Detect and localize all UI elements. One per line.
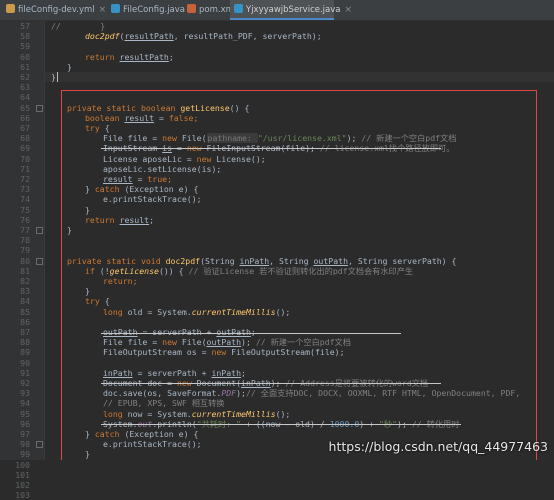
line-number: 73	[0, 184, 30, 194]
line-number: 89	[0, 347, 30, 357]
line-number: 85	[0, 307, 30, 317]
line-number: 98	[0, 439, 30, 449]
tab-label: FileConfig.java	[123, 5, 185, 15]
line-number: 67	[0, 123, 30, 133]
code-line-62[interactable]: }	[51, 72, 56, 82]
line-number: 69	[0, 143, 30, 153]
code-line-60[interactable]: return resultPath;	[85, 52, 174, 62]
annotation-strike-line	[101, 148, 441, 149]
line-number: 90	[0, 358, 30, 368]
line-number: 91	[0, 368, 30, 378]
line-number: 77	[0, 225, 30, 235]
code-token: }	[67, 62, 72, 72]
line-number: 70	[0, 154, 30, 164]
code-line-58[interactable]: doc2pdf(resultPath, resultPath_PDF, serv…	[85, 31, 322, 41]
text-caret	[57, 72, 58, 82]
line-number: 94	[0, 398, 30, 408]
line-number: 78	[0, 235, 30, 245]
line-number: 84	[0, 296, 30, 306]
line-number: 99	[0, 449, 30, 459]
line-number-gutter[interactable]: 5758596061626364656667686970717273747576…	[0, 21, 45, 460]
line-number: 93	[0, 388, 30, 398]
line-number: 82	[0, 276, 30, 286]
file-type-icon	[234, 4, 243, 13]
line-number: 58	[0, 31, 30, 41]
line-number: 71	[0, 164, 30, 174]
line-number: 80	[0, 256, 30, 266]
line-number: 66	[0, 113, 30, 123]
code-line-57[interactable]: // }	[51, 21, 105, 31]
file-type-icon	[111, 4, 120, 13]
line-number: 59	[0, 41, 30, 51]
tab-1[interactable]: fileConfig-dev.yml ×	[2, 0, 106, 20]
line-number: 75	[0, 205, 30, 215]
line-number: 103	[0, 490, 30, 500]
annotation-strike-line	[101, 424, 461, 425]
close-tab-icon[interactable]: ×	[345, 5, 353, 15]
line-number: 83	[0, 286, 30, 296]
editor-tab-bar: fileConfig-dev.yml×FileConfig.java×pom.x…	[0, 0, 554, 21]
annotation-highlight-box	[61, 90, 537, 460]
code-token: resultPath	[124, 31, 173, 41]
line-number: 86	[0, 317, 30, 327]
fold-icon[interactable]	[36, 441, 43, 448]
fold-icon[interactable]	[36, 258, 43, 265]
code-comment: // }	[51, 21, 105, 31]
annotation-strike-line	[101, 333, 401, 334]
close-tab-icon[interactable]: ×	[99, 5, 107, 15]
line-number: 60	[0, 52, 30, 62]
current-line-highlight	[45, 72, 554, 82]
line-number: 64	[0, 92, 30, 102]
method-call: doc2pdf	[85, 31, 120, 41]
tab-2[interactable]: FileConfig.java×	[107, 0, 183, 20]
line-number: 96	[0, 419, 30, 429]
code-editor[interactable]: // } doc2pdf(resultPath, resultPath_PDF,…	[45, 21, 554, 460]
line-number: 87	[0, 327, 30, 337]
line-number: 65	[0, 103, 30, 113]
tab-3[interactable]: pom.xml×	[183, 0, 231, 20]
line-number: 57	[0, 21, 30, 31]
line-number: 62	[0, 72, 30, 82]
file-type-icon	[187, 4, 196, 13]
tab-label: YjxyyawjbService.java	[246, 5, 341, 15]
line-number: 68	[0, 133, 30, 143]
line-number: 95	[0, 409, 30, 419]
line-number: 76	[0, 215, 30, 225]
tab-4[interactable]: YjxyyawjbService.java×	[230, 0, 334, 20]
line-number: 74	[0, 194, 30, 204]
line-number: 61	[0, 62, 30, 72]
code-token: ;	[169, 52, 174, 62]
line-number: 63	[0, 82, 30, 92]
line-number: 79	[0, 245, 30, 255]
code-line-61[interactable]: }	[67, 62, 72, 72]
keyword: return	[85, 52, 120, 62]
code-token: resultPath	[120, 52, 169, 62]
line-number: 72	[0, 174, 30, 184]
file-type-icon	[6, 4, 15, 13]
watermark-text: https://blog.csdn.net/qq_44977463	[329, 439, 548, 454]
line-number: 92	[0, 378, 30, 388]
line-number: 101	[0, 470, 30, 480]
line-number: 88	[0, 337, 30, 347]
annotation-strike-line	[101, 383, 441, 384]
line-number: 97	[0, 429, 30, 439]
tab-label: fileConfig-dev.yml	[18, 5, 95, 15]
fold-icon[interactable]	[36, 227, 43, 234]
fold-icon[interactable]	[36, 105, 43, 112]
code-token: }	[51, 72, 56, 82]
code-token: , resultPath_PDF, serverPath);	[174, 31, 322, 41]
line-number: 102	[0, 480, 30, 490]
line-number: 100	[0, 460, 30, 470]
line-number: 81	[0, 266, 30, 276]
